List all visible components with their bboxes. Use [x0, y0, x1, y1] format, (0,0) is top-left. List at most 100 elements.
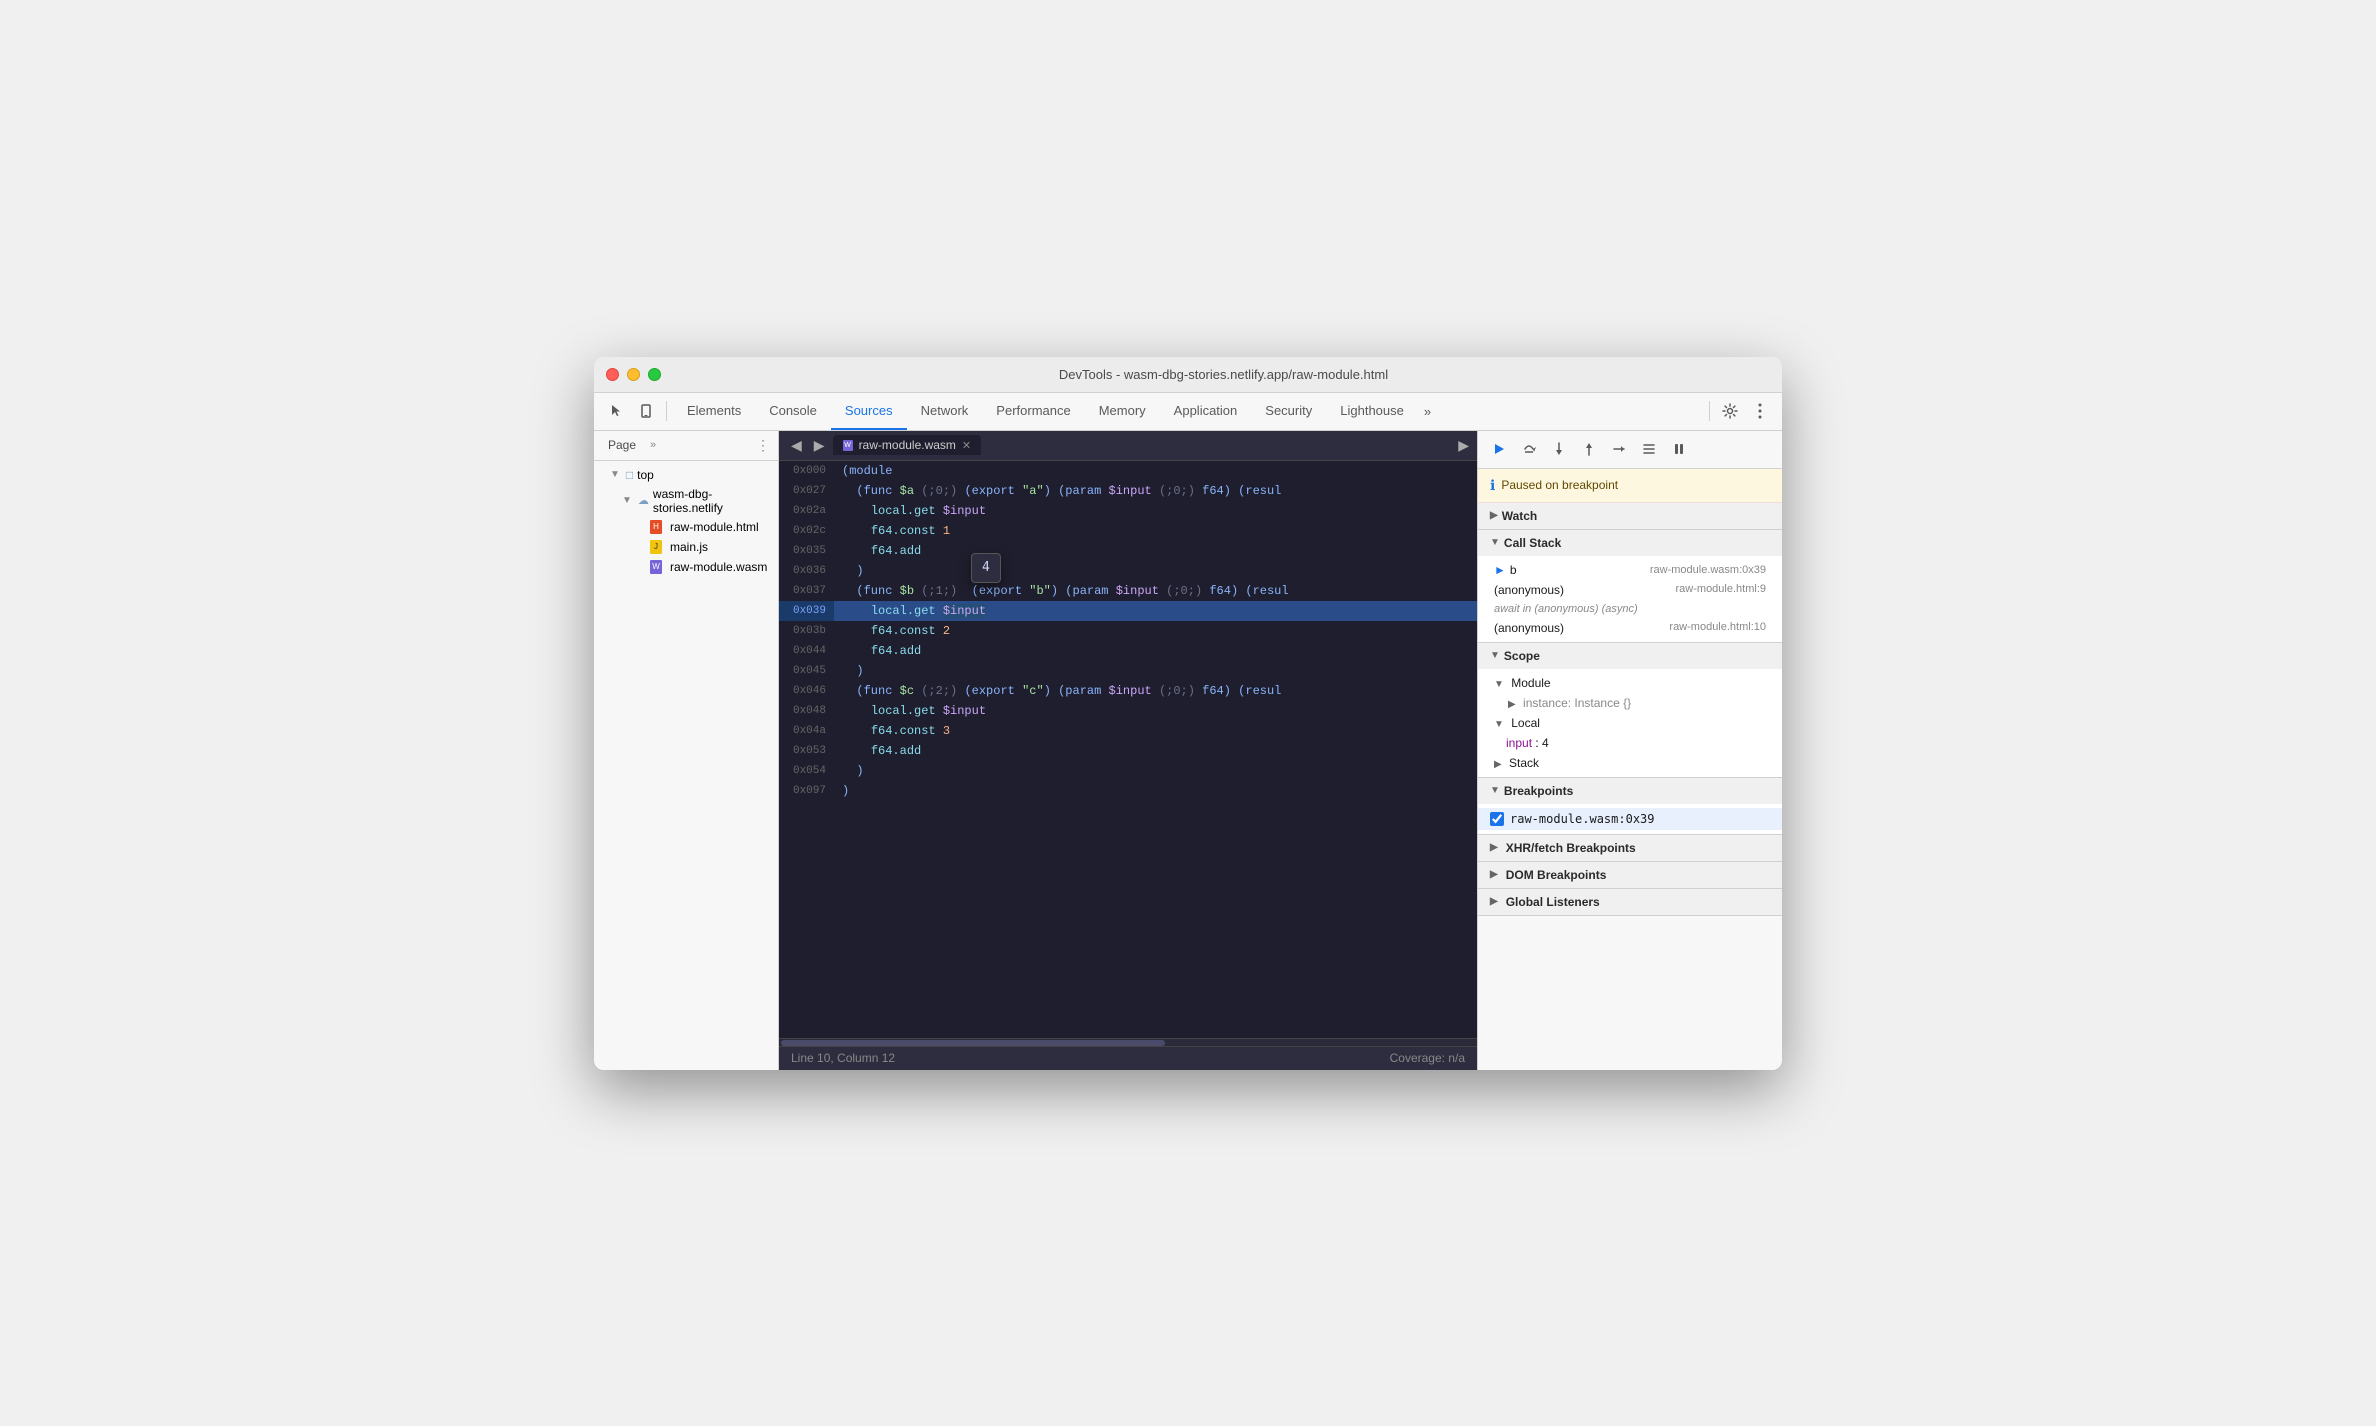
tree-item-js[interactable]: J main.js: [594, 537, 778, 557]
toolbar-divider-2: [1709, 401, 1710, 421]
tab-network[interactable]: Network: [907, 392, 983, 430]
tab-performance[interactable]: Performance: [982, 392, 1084, 430]
file-tree: ▼ □ top ▼ ☁ wasm-dbg-stories.netlify H r…: [594, 461, 778, 1070]
horizontal-scrollbar[interactable]: [779, 1038, 1477, 1046]
scope-header[interactable]: ▼ Scope: [1478, 643, 1782, 669]
editor-tab-wasm[interactable]: W raw-module.wasm ✕: [833, 435, 982, 455]
editor-tab-name: raw-module.wasm: [859, 438, 956, 452]
paused-message: Paused on breakpoint: [1501, 478, 1618, 492]
tree-item-netlify[interactable]: ▼ ☁ wasm-dbg-stories.netlify: [594, 485, 778, 517]
breakpoints-header[interactable]: ▼ Breakpoints: [1478, 778, 1782, 804]
editor-tab-close-btn[interactable]: ✕: [962, 439, 971, 452]
scope-local[interactable]: ▼ Local: [1478, 713, 1782, 733]
call-stack-item-b[interactable]: ► b raw-module.wasm:0x39: [1478, 560, 1782, 580]
tab-bar: Elements Console Sources Network Perform…: [673, 392, 1703, 430]
code-line-0x03b: 0x03b f64.const 2: [779, 621, 1477, 641]
global-listeners-section: ▶ Global Listeners: [1478, 889, 1782, 916]
scope-arrow: ▼: [1490, 650, 1500, 661]
more-tabs-button[interactable]: »: [1418, 397, 1437, 425]
breakpoint-label: raw-module.wasm:0x39: [1510, 812, 1655, 826]
status-coverage: Coverage: n/a: [1390, 1051, 1465, 1065]
sidebar-page-tab[interactable]: Page: [602, 436, 642, 454]
call-stack-item-anon2[interactable]: (anonymous) raw-module.html:10: [1478, 618, 1782, 638]
step-over-button[interactable]: [1516, 436, 1542, 462]
minimize-button[interactable]: [627, 368, 640, 381]
code-line-0x02c: 0x02c f64.const 1: [779, 521, 1477, 541]
current-frame-arrow: ►: [1494, 563, 1506, 577]
main-area: Page » ⋮ ▼ □ top ▼ ☁ wasm-dbg-stories.ne…: [594, 431, 1782, 1070]
tree-item-html[interactable]: H raw-module.html: [594, 517, 778, 537]
paused-banner: ℹ Paused on breakpoint: [1478, 469, 1782, 503]
settings-icon[interactable]: [1716, 397, 1744, 425]
tab-sources[interactable]: Sources: [831, 392, 907, 430]
code-line-0x02a: 0x02a local.get $input: [779, 501, 1477, 521]
forward-nav-icon[interactable]: ▶: [810, 435, 829, 456]
code-line-0x045: 0x045 ): [779, 661, 1477, 681]
tree-label-js: main.js: [670, 540, 708, 554]
close-button[interactable]: [606, 368, 619, 381]
breakpoint-item-0x39[interactable]: raw-module.wasm:0x39: [1478, 808, 1782, 830]
breakpoint-checkbox[interactable]: [1490, 812, 1504, 826]
step-into-button[interactable]: [1546, 436, 1572, 462]
status-line-col: Line 10, Column 12: [791, 1051, 895, 1065]
scope-input-key: input: [1506, 736, 1532, 750]
breakpoints-content: raw-module.wasm:0x39: [1478, 804, 1782, 834]
resume-button[interactable]: [1486, 436, 1512, 462]
step-out-button[interactable]: [1576, 436, 1602, 462]
maximize-button[interactable]: [648, 368, 661, 381]
code-line-0x035: 0x035 f64.add: [779, 541, 1477, 561]
tab-security[interactable]: Security: [1251, 392, 1326, 430]
code-line-0x097: 0x097 ): [779, 781, 1477, 801]
scope-input: input : 4: [1478, 733, 1782, 753]
sidebar-more-btn[interactable]: »: [650, 439, 656, 451]
xhr-breakpoints-header[interactable]: ▶ XHR/fetch Breakpoints: [1478, 835, 1782, 861]
scope-stack[interactable]: ▶ Stack: [1478, 753, 1782, 773]
tab-application[interactable]: Application: [1160, 392, 1252, 430]
sidebar-menu-icon[interactable]: ⋮: [756, 437, 770, 454]
info-icon: ℹ: [1490, 477, 1495, 494]
tree-item-top[interactable]: ▼ □ top: [594, 465, 778, 485]
module-arrow: ▼: [1494, 679, 1504, 690]
pause-on-exception-button[interactable]: [1666, 436, 1692, 462]
tree-label-html: raw-module.html: [670, 520, 759, 534]
code-line-0x054: 0x054 ): [779, 761, 1477, 781]
window-title: DevTools - wasm-dbg-stories.netlify.app/…: [677, 367, 1770, 382]
status-bar-right: Coverage: n/a: [1390, 1051, 1465, 1065]
tree-item-wasm[interactable]: W raw-module.wasm: [594, 557, 778, 577]
code-line-0x027: 0x027 (func $a (;0;) (export "a") (param…: [779, 481, 1477, 501]
top-folder-icon: □: [626, 468, 633, 482]
scope-module[interactable]: ▼ Module: [1478, 673, 1782, 693]
dom-breakpoints-section: ▶ DOM Breakpoints: [1478, 862, 1782, 889]
tab-elements[interactable]: Elements: [673, 392, 755, 430]
watch-section-header[interactable]: ▶ Watch: [1478, 503, 1782, 529]
cursor-icon[interactable]: [602, 397, 630, 425]
tab-memory[interactable]: Memory: [1085, 392, 1160, 430]
call-stack-item-anon1[interactable]: (anonymous) raw-module.html:9: [1478, 580, 1782, 600]
deactivate-breakpoints-button[interactable]: [1636, 436, 1662, 462]
scope-instance[interactable]: ▶ instance: Instance {}: [1478, 693, 1782, 713]
back-nav-icon[interactable]: ◀: [787, 435, 806, 456]
more-options-icon[interactable]: [1746, 397, 1774, 425]
breakpoints-label: Breakpoints: [1504, 784, 1573, 798]
local-arrow: ▼: [1494, 719, 1504, 730]
dom-breakpoints-header[interactable]: ▶ DOM Breakpoints: [1478, 862, 1782, 888]
code-line-0x046: 0x046 (func $c (;2;) (export "c") (param…: [779, 681, 1477, 701]
breakpoints-section: ▼ Breakpoints raw-module.wasm:0x39: [1478, 778, 1782, 835]
titlebar: DevTools - wasm-dbg-stories.netlify.app/…: [594, 357, 1782, 393]
global-arrow: ▶: [1490, 896, 1498, 907]
editor-tab-bar: ◀ ▶ W raw-module.wasm ✕ ▶: [779, 431, 1477, 461]
js-file-icon: J: [650, 540, 662, 554]
tab-lighthouse[interactable]: Lighthouse: [1326, 392, 1418, 430]
run-icon[interactable]: ▶: [1458, 437, 1469, 454]
code-line-0x037: 0x037 (func $b (;1;) (export "b") (param…: [779, 581, 1477, 601]
code-editor[interactable]: 0x000 (module 0x027 (func $a (;0;) (expo…: [779, 461, 1477, 1038]
tab-console[interactable]: Console: [755, 392, 831, 430]
step-button[interactable]: [1606, 436, 1632, 462]
call-stack-header[interactable]: ▼ Call Stack: [1478, 530, 1782, 556]
global-listeners-header[interactable]: ▶ Global Listeners: [1478, 889, 1782, 915]
scope-section: ▼ Scope ▼ Module ▶ instance: Instance {}: [1478, 643, 1782, 778]
xhr-breakpoints-label: XHR/fetch Breakpoints: [1506, 841, 1636, 855]
instance-arrow: ▶: [1508, 699, 1516, 710]
cloud-icon: ☁: [638, 494, 649, 507]
mobile-icon[interactable]: [632, 397, 660, 425]
